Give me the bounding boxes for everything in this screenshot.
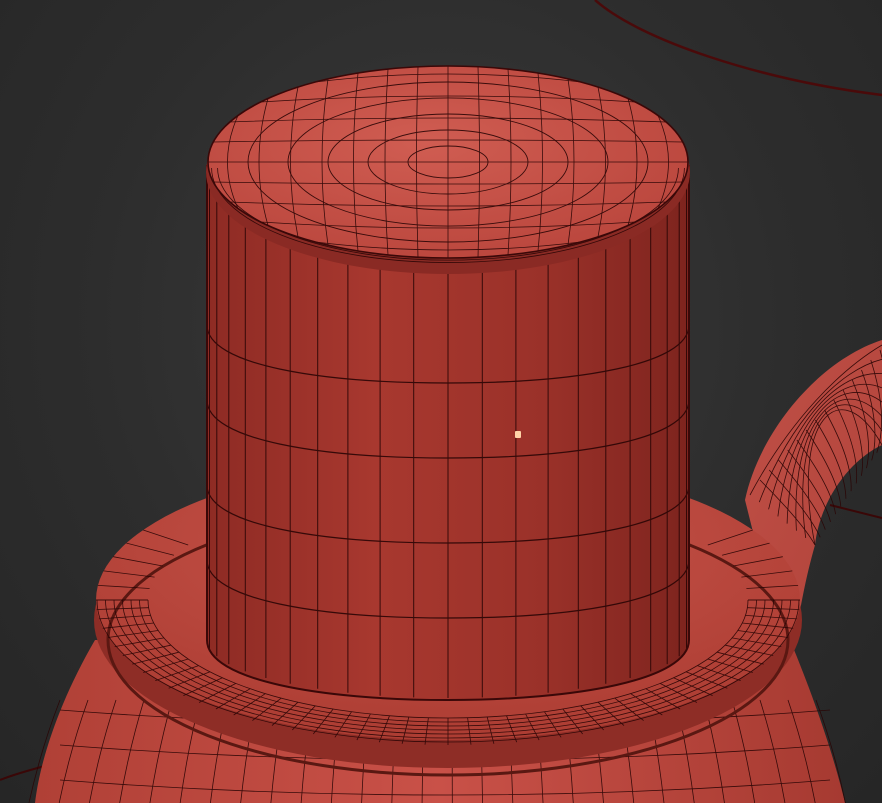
3d-viewport[interactable] xyxy=(0,0,882,803)
vertex-selection-marker[interactable] xyxy=(515,431,521,438)
teapot-lid-top[interactable] xyxy=(206,65,690,274)
background-wire-curve xyxy=(594,0,882,97)
teapot-mesh-scene[interactable] xyxy=(0,0,882,803)
background-wire-curve-2 xyxy=(829,504,882,519)
